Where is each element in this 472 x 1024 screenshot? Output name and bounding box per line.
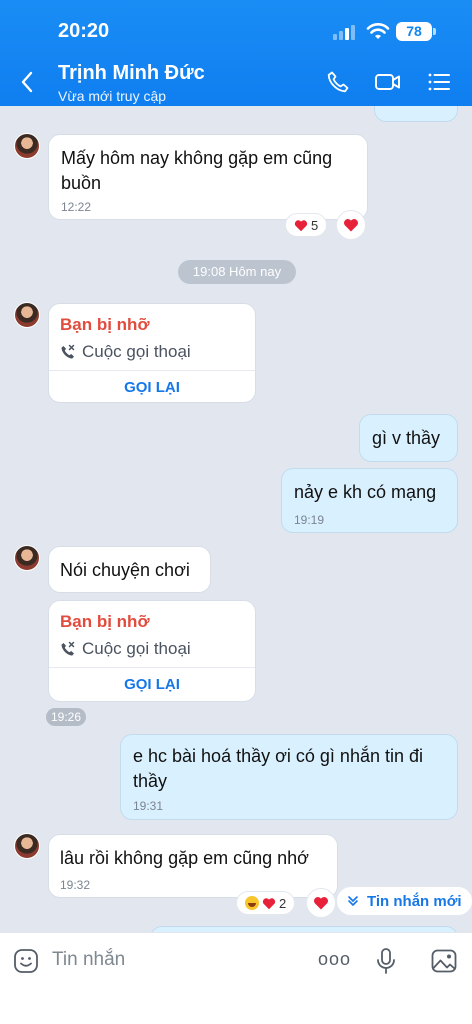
more-options-icon[interactable]: ooo xyxy=(318,949,351,970)
message-text: Mấy hôm nay không gặp em cũng buồn xyxy=(61,148,333,193)
missed-call-subtitle-row: Cuộc gọi thoại xyxy=(60,342,191,362)
reaction-count: 5 xyxy=(311,217,319,233)
sticker-icon[interactable] xyxy=(12,947,40,975)
missed-call-subtitle: Cuộc gọi thoại xyxy=(82,639,191,658)
phone-icon[interactable] xyxy=(326,70,350,94)
missed-call-subtitle: Cuộc gọi thoại xyxy=(82,342,191,361)
call-back-button[interactable]: GỌI LẠI xyxy=(49,668,255,701)
status-time: 20:20 xyxy=(58,20,110,42)
message-bubble-incoming[interactable]: lâu rồi không gặp em cũng nhớ 19:32 xyxy=(48,834,338,898)
missed-call-icon xyxy=(61,641,75,656)
call-back-button[interactable]: GỌI LẠI xyxy=(49,371,255,402)
message-time: 12:22 xyxy=(61,200,92,214)
avatar[interactable] xyxy=(14,545,40,571)
message-time: 19:31 xyxy=(133,799,164,813)
message-composer: Tin nhắn ooo xyxy=(0,932,472,1024)
avatar[interactable] xyxy=(14,833,40,859)
date-divider: 19:08 Hôm nay xyxy=(178,260,296,284)
message-text: nảy e kh có mạng xyxy=(294,482,437,502)
new-messages-label: Tin nhắn mới xyxy=(367,892,462,910)
message-bubble-outgoing[interactable]: e hc bài hoá thầy ơi có gì nhắn tin đi t… xyxy=(120,734,458,820)
missed-call-title: Bạn bị nhỡ xyxy=(60,315,150,334)
message-text: e hc bài hoá thầy ơi có gì nhắn tin đi t… xyxy=(133,746,423,791)
missed-call-icon xyxy=(61,344,75,359)
reaction-summary[interactable]: 5 xyxy=(285,213,328,237)
image-icon[interactable] xyxy=(430,947,458,975)
message-time: 19:19 xyxy=(294,513,325,527)
heart-icon xyxy=(294,219,308,231)
react-heart-button[interactable] xyxy=(336,210,366,240)
chat-header: 20:20 78 Trịnh Minh Đức Vừa mới truy cập xyxy=(0,0,472,106)
message-list[interactable]: Mấy hôm nay không gặp em cũng buồn 12:22… xyxy=(0,106,472,932)
heart-icon xyxy=(262,897,276,909)
message-text: gì v thầy xyxy=(372,428,441,448)
avatar[interactable] xyxy=(14,133,40,159)
wifi-icon xyxy=(366,23,390,39)
missed-call-card[interactable]: Bạn bị nhỡ Cuộc gọi thoại GỌI LẠI xyxy=(48,303,256,403)
message-bubble-incoming[interactable]: Nói chuyện chơi xyxy=(48,546,211,593)
avatar[interactable] xyxy=(14,302,40,328)
message-time: 19:26 xyxy=(46,708,87,726)
missed-call-title: Bạn bị nhỡ xyxy=(60,612,150,631)
reaction-summary[interactable]: 2 xyxy=(236,891,296,915)
message-bubble-outgoing[interactable]: gì v thầy xyxy=(359,414,458,462)
new-messages-button[interactable]: Tin nhắn mới xyxy=(336,886,472,916)
laughing-emoji-icon xyxy=(245,896,259,910)
message-bubble-partial[interactable] xyxy=(374,106,458,122)
message-input[interactable]: Tin nhắn xyxy=(52,949,125,971)
react-heart-button[interactable] xyxy=(306,888,336,918)
message-time: 19:32 xyxy=(60,878,91,892)
contact-name[interactable]: Trịnh Minh Đức xyxy=(58,62,205,85)
heart-icon xyxy=(314,897,328,910)
message-text: Nói chuyện chơi xyxy=(60,560,190,580)
double-chevron-down-icon xyxy=(348,896,358,906)
menu-icon[interactable] xyxy=(427,70,451,94)
message-bubble-outgoing[interactable]: nảy e kh có mạng 19:19 xyxy=(281,468,458,533)
heart-icon xyxy=(344,219,358,232)
reaction-count: 2 xyxy=(279,895,287,911)
message-text: lâu rồi không gặp em cũng nhớ xyxy=(60,848,309,868)
contact-status: Vừa mới truy cập xyxy=(58,88,167,104)
battery-indicator: 78 xyxy=(396,22,436,41)
back-icon[interactable] xyxy=(20,70,34,94)
message-bubble-incoming[interactable]: Mấy hôm nay không gặp em cũng buồn 12:22 xyxy=(48,134,368,220)
missed-call-subtitle-row: Cuộc gọi thoại xyxy=(60,639,191,659)
microphone-icon[interactable] xyxy=(374,947,398,975)
missed-call-card[interactable]: Bạn bị nhỡ Cuộc gọi thoại GỌI LẠI xyxy=(48,600,256,702)
cellular-signal-icon xyxy=(333,25,355,40)
video-call-icon[interactable] xyxy=(374,70,402,94)
